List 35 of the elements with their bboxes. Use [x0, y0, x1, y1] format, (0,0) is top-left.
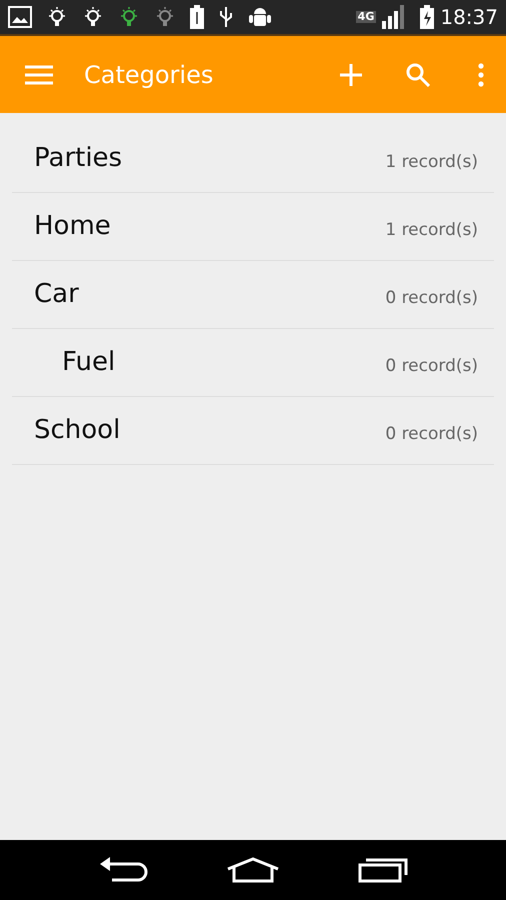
- home-icon[interactable]: [224, 857, 281, 883]
- more-icon[interactable]: [478, 62, 484, 86]
- lightbulb-icon: [154, 6, 176, 28]
- category-name: Parties: [33, 142, 124, 175]
- lightbulb-icon: [46, 6, 68, 28]
- back-icon[interactable]: [98, 856, 148, 884]
- usb-icon: [218, 5, 234, 29]
- recent-apps-icon[interactable]: [358, 857, 408, 883]
- app-bar-title: Categories: [84, 60, 214, 90]
- network-type: 4G: [356, 11, 376, 23]
- category-row[interactable]: Fuel 0 record(s): [12, 329, 494, 397]
- add-icon[interactable]: [340, 64, 362, 86]
- menu-icon[interactable]: [25, 64, 53, 84]
- category-row[interactable]: Car 0 record(s): [12, 261, 494, 329]
- lightbulb-icon: [118, 6, 140, 28]
- clock: 18:37: [440, 4, 498, 31]
- record-count: 0 record(s): [385, 422, 478, 446]
- category-name: Fuel: [61, 346, 116, 379]
- category-name: School: [33, 414, 122, 447]
- record-count: 1 record(s): [385, 150, 478, 174]
- search-icon[interactable]: [406, 62, 430, 86]
- category-row[interactable]: School 0 record(s): [12, 397, 494, 465]
- record-count: 0 record(s): [385, 286, 478, 310]
- category-name: Home: [33, 210, 112, 243]
- category-row[interactable]: Home 1 record(s): [12, 193, 494, 261]
- record-count: 1 record(s): [385, 218, 478, 242]
- battery-icon: [190, 5, 204, 29]
- picture-icon: [8, 6, 32, 28]
- category-name: Car: [33, 278, 80, 311]
- category-row[interactable]: Parties 1 record(s): [12, 125, 494, 193]
- battery-charging-icon: [420, 5, 434, 29]
- lightbulb-icon: [82, 6, 104, 28]
- android-icon: [248, 6, 272, 28]
- record-count: 0 record(s): [385, 354, 478, 378]
- signal-icon: [382, 5, 406, 29]
